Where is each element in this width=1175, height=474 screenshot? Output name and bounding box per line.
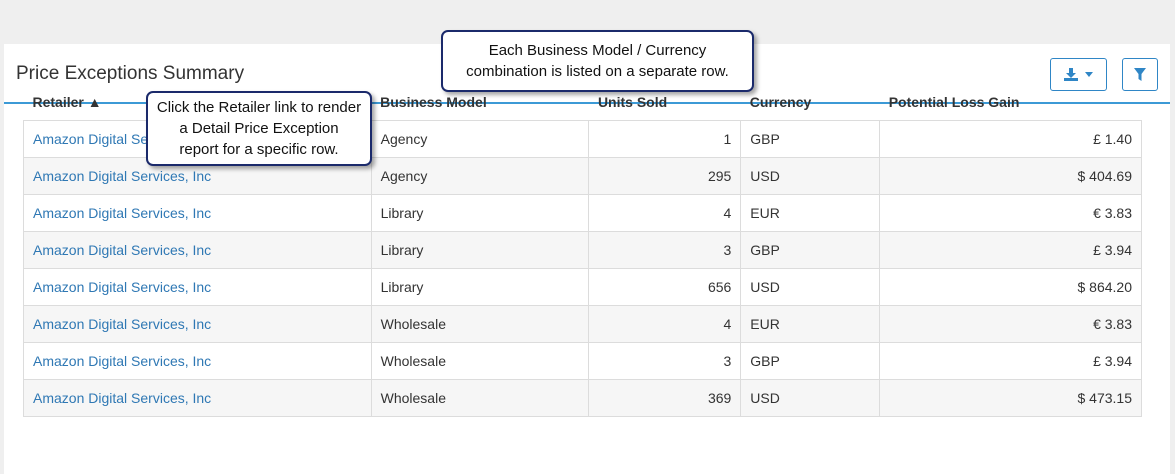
column-header-potential-loss-gain[interactable]: Potential Loss Gain [879, 85, 1142, 121]
business-model-cell: Wholesale [370, 341, 590, 380]
potential-loss-gain-cell: € 3.83 [879, 193, 1142, 232]
currency-cell: GBP [740, 119, 881, 158]
column-header-currency[interactable]: Currency [740, 85, 880, 121]
annotation-callout-retailer-link: Click the Retailer link to render a Deta… [146, 91, 372, 166]
annotation-callout-rows: Each Business Model / Currency combinati… [441, 30, 754, 92]
units-sold-cell: 3 [588, 230, 742, 269]
callout-line: report for a specific row. [179, 141, 339, 158]
currency-cell: EUR [740, 304, 881, 343]
potential-loss-gain-cell: $ 404.69 [879, 156, 1142, 195]
retailer-cell: Amazon Digital Services, Inc [23, 304, 372, 343]
potential-loss-gain-cell: $ 473.15 [879, 378, 1142, 417]
potential-loss-gain-cell: £ 3.94 [879, 230, 1142, 269]
units-sold-cell: 4 [588, 304, 742, 343]
retailer-link[interactable]: Amazon Digital Services, Inc [33, 168, 211, 184]
retailer-link[interactable]: Amazon Digital Services, Inc [33, 279, 211, 295]
retailer-cell: Amazon Digital Services, Inc [23, 193, 372, 232]
table-row: Amazon Digital Services, Inc Library 656… [23, 267, 1142, 306]
currency-cell: USD [740, 156, 881, 195]
units-sold-cell: 4 [588, 193, 742, 232]
business-model-cell: Library [370, 267, 590, 306]
potential-loss-gain-cell: £ 3.94 [879, 341, 1142, 380]
potential-loss-gain-cell: $ 864.20 [879, 267, 1142, 306]
retailer-link[interactable]: Amazon Digital Services, Inc [33, 390, 211, 406]
business-model-cell: Agency [370, 119, 590, 158]
potential-loss-gain-cell: € 3.83 [879, 304, 1142, 343]
currency-cell: GBP [740, 341, 881, 380]
currency-cell: GBP [740, 230, 881, 269]
retailer-cell: Amazon Digital Services, Inc [23, 341, 372, 380]
currency-cell: USD [740, 378, 881, 417]
callout-line: a Detail Price Exception [179, 120, 339, 137]
callout-line: Click the Retailer link to render [156, 99, 362, 116]
units-sold-cell: 295 [588, 156, 742, 195]
retailer-link[interactable]: Amazon Digital Services, Inc [33, 353, 211, 369]
units-sold-cell: 3 [588, 341, 742, 380]
download-icon [1064, 68, 1078, 81]
business-model-cell: Agency [370, 156, 590, 195]
business-model-cell: Wholesale [370, 304, 590, 343]
retailer-cell: Amazon Digital Services, Inc [23, 378, 372, 417]
retailer-link[interactable]: Amazon Digital Services, Inc [33, 316, 211, 332]
filter-icon [1134, 68, 1146, 81]
potential-loss-gain-cell: £ 1.40 [879, 119, 1142, 158]
table-row: Amazon Digital Services, Inc Library 4 E… [23, 193, 1142, 232]
retailer-cell: Amazon Digital Services, Inc [23, 230, 372, 269]
table-row: Amazon Digital Services, Inc Library 3 G… [23, 230, 1142, 269]
page-title: Price Exceptions Summary [16, 63, 245, 84]
units-sold-cell: 369 [588, 378, 742, 417]
retailer-link[interactable]: Amazon Digital Services, Inc [33, 205, 211, 221]
retailer-cell: Amazon Digital Services, Inc [23, 267, 372, 306]
units-sold-cell: 1 [588, 119, 742, 158]
callout-line: Each Business Model / Currency [488, 42, 707, 59]
callout-line: combination is listed on a separate row. [466, 63, 729, 80]
retailer-link[interactable]: Amazon Digital Services, Inc [33, 242, 211, 258]
table-row: Amazon Digital Services, Inc Wholesale 3… [23, 378, 1142, 417]
table-row: Amazon Digital Services, Inc Wholesale 3… [23, 341, 1142, 380]
business-model-cell: Library [370, 230, 590, 269]
caret-down-icon [1085, 72, 1093, 77]
business-model-cell: Library [370, 193, 590, 232]
business-model-cell: Wholesale [370, 378, 590, 417]
table-row: Amazon Digital Services, Inc Wholesale 4… [23, 304, 1142, 343]
currency-cell: EUR [740, 193, 881, 232]
currency-cell: USD [740, 267, 881, 306]
units-sold-cell: 656 [588, 267, 742, 306]
